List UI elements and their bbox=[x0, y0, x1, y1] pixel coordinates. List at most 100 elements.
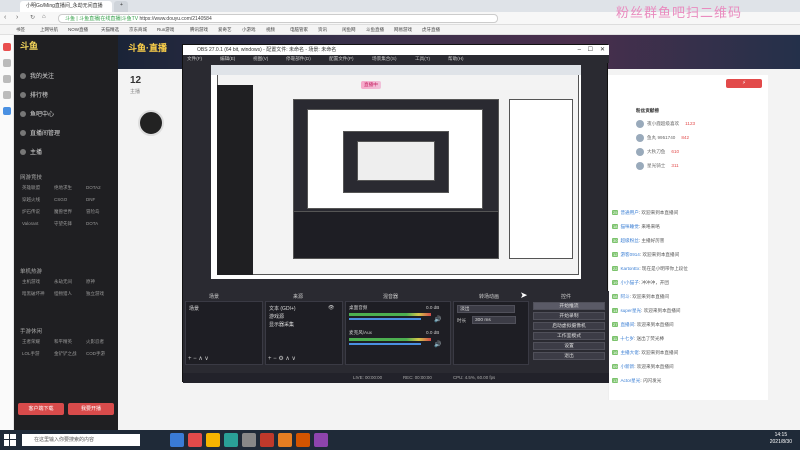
sidebar-game-link[interactable]: 主机游戏 bbox=[22, 279, 40, 285]
obs-control-button[interactable]: 启动虚拟摄像机 bbox=[533, 322, 605, 330]
minimize-icon[interactable]: – bbox=[578, 45, 581, 55]
sidebar-game-link[interactable]: 暗黑破坏神 bbox=[22, 291, 45, 297]
sidebar-game-link[interactable]: COD手游 bbox=[86, 351, 105, 357]
url-input[interactable]: 斗鱼 | 斗鱼直播|在线直播|斗鱼TV https://www.douyu.co… bbox=[58, 14, 498, 23]
obs-control-button[interactable]: 设置 bbox=[533, 342, 605, 350]
download-client-button[interactable]: 客户端下载 bbox=[18, 403, 64, 415]
taskbar-app-icon[interactable] bbox=[278, 433, 292, 447]
sidebar-game-link[interactable]: 永劫无间 bbox=[54, 279, 72, 285]
chat-message[interactable]: 11 十七岁: 送出了荧光棒 bbox=[612, 336, 767, 342]
chat-username[interactable]: 小新新 bbox=[620, 364, 634, 369]
app-icon[interactable] bbox=[3, 107, 11, 115]
source-item-2[interactable]: 显示器采集 bbox=[269, 321, 294, 328]
chat-username[interactable]: 阿斗 bbox=[620, 294, 629, 299]
taskbar-app-icon[interactable] bbox=[242, 433, 256, 447]
rank-row[interactable]: 鱼丸 9951740 842 bbox=[636, 134, 689, 142]
obs-menu-item[interactable]: 帮助(H) bbox=[448, 56, 464, 62]
obs-menu-item[interactable]: 场景集合(S) bbox=[372, 56, 397, 62]
start-stream-button[interactable]: 我要开播 bbox=[68, 403, 114, 415]
obs-menu-item[interactable]: 配置文件(P) bbox=[329, 56, 354, 62]
chat-message[interactable]: 09 小新新: 欢迎来到本直播间 bbox=[612, 364, 767, 370]
mixer-track-1-slider[interactable] bbox=[349, 343, 421, 345]
obs-control-button[interactable]: 工作室模式 bbox=[533, 332, 605, 340]
maximize-icon[interactable]: ☐ bbox=[588, 45, 593, 55]
chat-message[interactable]: 19 小小猫子: 冲冲冲，开团 bbox=[612, 280, 767, 286]
favorites-icon[interactable] bbox=[3, 43, 11, 51]
chat-username[interactable]: 普通用户 bbox=[620, 210, 638, 215]
sidebar-game-link[interactable]: CSGO bbox=[54, 197, 67, 202]
rank-row[interactable]: 夜小鹿超级喜欢 1123 bbox=[636, 120, 695, 128]
mixer-track-0-mute-icon[interactable]: 🔊 bbox=[434, 316, 441, 323]
chat-message[interactable]: 30 超级粉丝: 主播好厉害 bbox=[612, 238, 767, 244]
sidebar-item[interactable]: 主播 bbox=[20, 147, 42, 156]
chat-username[interactable]: KartonEx bbox=[620, 266, 639, 271]
obs-menu-item[interactable]: 工具(T) bbox=[415, 56, 430, 62]
start-button[interactable] bbox=[4, 434, 16, 446]
chat-username[interactable]: 游客0914 bbox=[620, 252, 639, 257]
close-icon[interactable]: ✕ bbox=[600, 45, 605, 55]
scene-toolbar[interactable]: + − ∧ ∨ bbox=[188, 355, 209, 362]
chat-message[interactable]: 22 KartonEx: 现在是小明带你上段位 bbox=[612, 266, 767, 272]
sidebar-game-link[interactable]: 炉石传说 bbox=[22, 209, 40, 215]
sidebar-game-link[interactable]: DOTA2 bbox=[86, 185, 101, 190]
sidebar-game-link[interactable]: DNF bbox=[86, 197, 95, 202]
sidebar-item[interactable]: 直播间管理 bbox=[20, 128, 60, 137]
chat-username[interactable]: 直播间 bbox=[620, 322, 634, 327]
bookmark-item[interactable]: 爱奇艺 bbox=[218, 27, 232, 33]
rank-row[interactable]: 星光骑士 311 bbox=[636, 162, 679, 170]
history-icon[interactable] bbox=[3, 59, 11, 67]
sidebar-game-link[interactable]: 冒险岛 bbox=[86, 209, 100, 215]
visibility-icon[interactable]: 👁 bbox=[328, 305, 334, 311]
sidebar-game-link[interactable]: 穿越火线 bbox=[22, 197, 40, 203]
chat-message[interactable]: 27 直播间: 欢迎来到本直播间 bbox=[612, 322, 767, 328]
chat-username[interactable]: super星光 bbox=[620, 308, 641, 313]
taskbar-app-icon[interactable] bbox=[296, 433, 310, 447]
bookmark-item[interactable]: Run游戏 bbox=[157, 27, 174, 33]
scene-item[interactable]: 场景 bbox=[189, 305, 199, 312]
sidebar-game-link[interactable]: 怪物猎人 bbox=[54, 291, 72, 297]
home-icon[interactable]: ⌂ bbox=[42, 14, 46, 20]
bookmark-item[interactable]: 上网导航 bbox=[40, 27, 58, 33]
chat-message[interactable]: 18 猫咪睡觉: 来咯来咯 bbox=[612, 224, 767, 230]
bookmark-item[interactable]: 电脑管家 bbox=[290, 27, 308, 33]
bookmark-item[interactable]: 腾讯游戏 bbox=[190, 27, 208, 33]
mixer-track-0-slider[interactable] bbox=[349, 318, 421, 320]
sidebar-game-link[interactable]: DOTA bbox=[86, 221, 98, 226]
download-icon[interactable] bbox=[3, 75, 11, 83]
duration-input[interactable]: 300 ms bbox=[472, 316, 516, 324]
taskbar-search-input[interactable]: 在这里输入你要搜索的内容 bbox=[22, 434, 140, 446]
bookmark-item[interactable]: 京东商城 bbox=[129, 27, 147, 33]
sidebar-game-link[interactable]: 魔兽世界 bbox=[54, 209, 72, 215]
sidebar-game-link[interactable]: 和平精英 bbox=[54, 339, 72, 345]
source-item-1[interactable]: 游戏源 bbox=[269, 313, 284, 320]
chat-message[interactable]: 08 阿斗: 欢迎来到本直播间 bbox=[612, 294, 767, 300]
obs-menu-item[interactable]: 停靠部件(D) bbox=[286, 56, 311, 62]
banner-logo[interactable]: 斗鱼·直播 bbox=[128, 41, 167, 54]
forward-icon[interactable]: › bbox=[16, 14, 18, 21]
sidebar-game-link[interactable]: 独立游戏 bbox=[86, 291, 104, 297]
obs-menu-item[interactable]: 编辑(E) bbox=[220, 56, 235, 62]
mail-icon[interactable] bbox=[3, 91, 11, 99]
chat-message[interactable]: 13 Actor星光: 闪闪发光 bbox=[612, 378, 767, 384]
taskbar-app-icon[interactable] bbox=[224, 433, 238, 447]
sidebar-item[interactable]: 排行榜 bbox=[20, 90, 48, 99]
sidebar-game-link[interactable]: 英雄联盟 bbox=[22, 185, 40, 191]
sidebar-game-link[interactable]: 王者荣耀 bbox=[22, 339, 40, 345]
sidebar-game-link[interactable]: Valorant bbox=[22, 221, 38, 226]
chat-username[interactable]: 超级粉丝 bbox=[620, 238, 638, 243]
chat-username[interactable]: Actor星光 bbox=[620, 378, 640, 383]
obs-control-button[interactable]: 开始推流 bbox=[533, 302, 605, 310]
chat-username[interactable]: 小小猫子 bbox=[620, 280, 638, 285]
sidebar-item[interactable]: 我的关注 bbox=[20, 71, 54, 80]
sidebar-game-link[interactable]: 火影忍者 bbox=[86, 339, 104, 345]
douyu-logo[interactable]: 斗鱼 bbox=[20, 39, 38, 52]
bookmark-item[interactable]: NOW直播 bbox=[68, 27, 88, 33]
obs-control-button[interactable]: 退出 bbox=[533, 352, 605, 360]
rank-row[interactable]: 大秋刀鱼 610 bbox=[636, 148, 679, 156]
bookmark-item[interactable]: 虎牙直播 bbox=[422, 27, 440, 33]
obs-menu-item[interactable]: 视图(V) bbox=[253, 56, 268, 62]
back-icon[interactable]: ‹ bbox=[4, 14, 6, 21]
taskbar-app-icon[interactable] bbox=[260, 433, 274, 447]
transition-select[interactable]: 淡出 bbox=[457, 305, 515, 313]
bookmark-item[interactable]: 网易游戏 bbox=[394, 27, 412, 33]
